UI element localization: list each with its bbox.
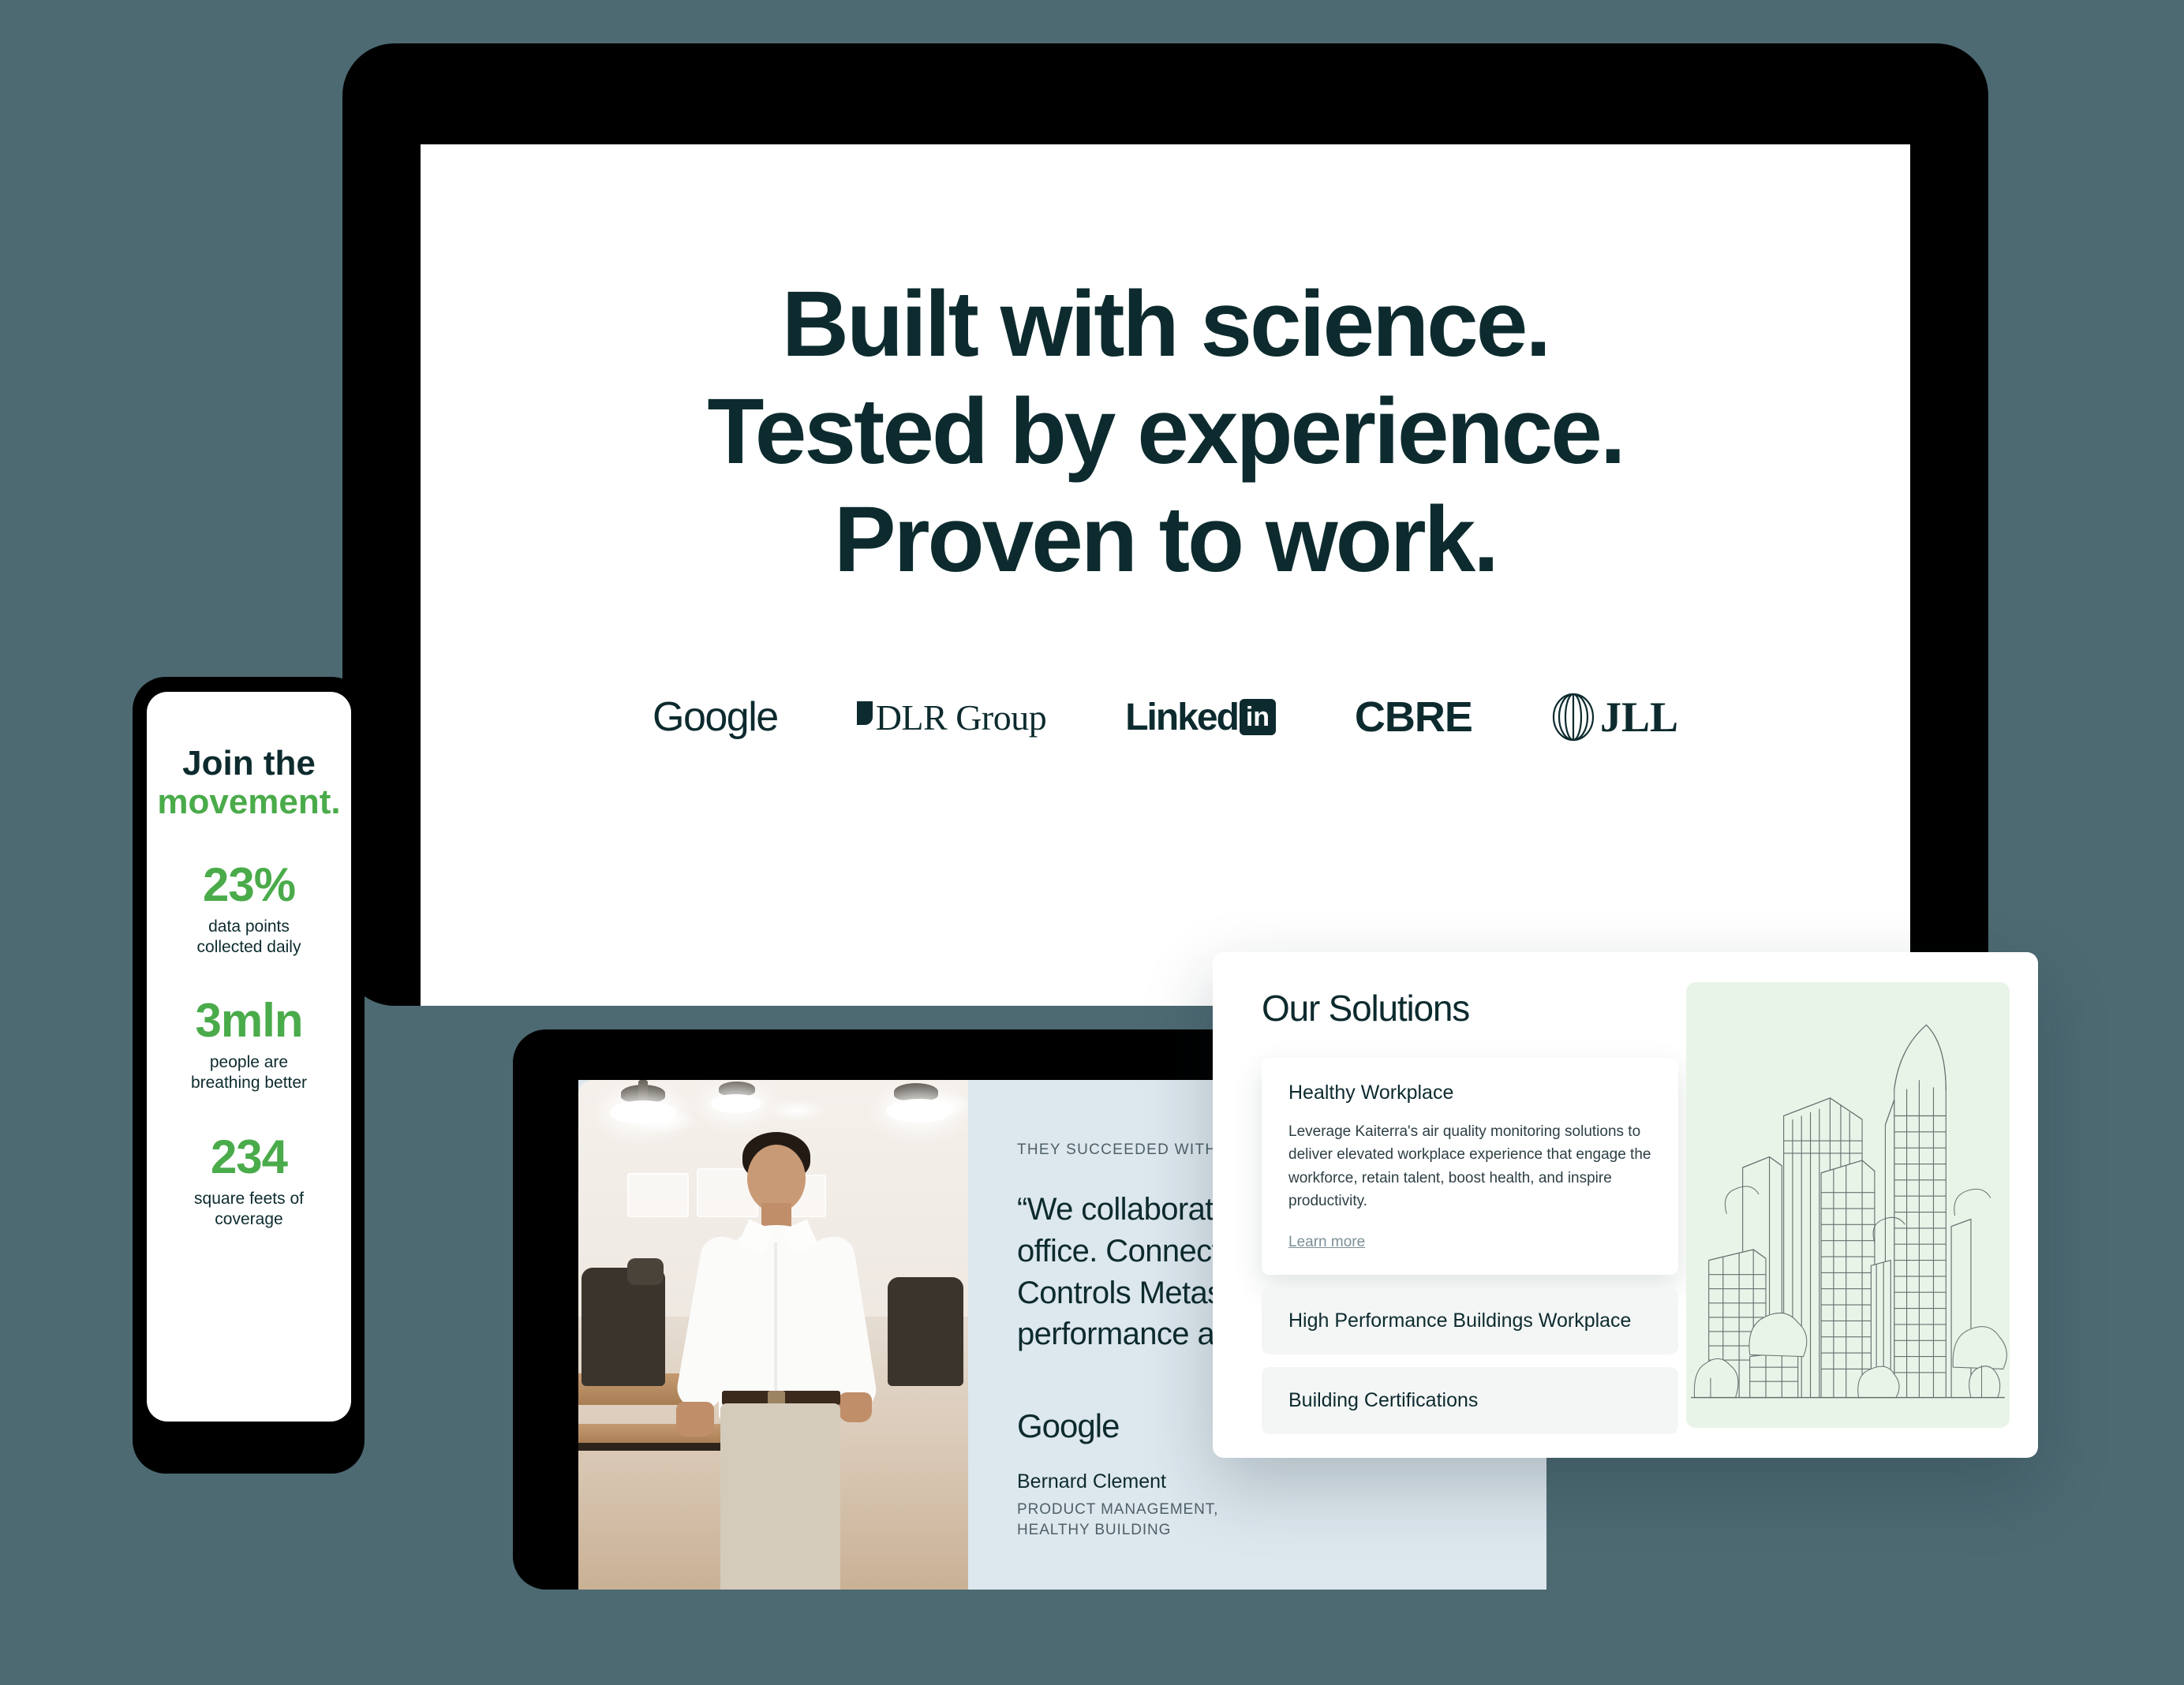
cbre-logo-text: CBRE <box>1354 693 1473 742</box>
stat-block: 234 square feets of coverage <box>194 1130 304 1231</box>
stat-label: square feets of coverage <box>194 1189 304 1231</box>
hero-tablet-screen: Built with science. Tested by experience… <box>421 144 1910 1006</box>
linkedin-logo: Linked in <box>1125 696 1276 739</box>
hero-headline-line-3: Proven to work. <box>833 487 1499 592</box>
solution-item-title: High Performance Buildings Workplace <box>1288 1309 1632 1332</box>
testimonial-person-name: Bernard Clement <box>1017 1470 1166 1493</box>
dlr-group-logo-text: DLR Group <box>875 697 1047 738</box>
stat-value: 23% <box>202 857 296 911</box>
solutions-accordion: Healthy Workplace Leverage Kaiterra's ai… <box>1262 1058 1678 1434</box>
stat-block: 23% data points collected daily <box>197 861 301 958</box>
google-logo: Google <box>653 693 779 741</box>
learn-more-link[interactable]: Learn more <box>1288 1234 1365 1251</box>
testimonial-photo <box>578 1080 968 1590</box>
jll-logo: JLL <box>1551 693 1678 742</box>
testimonial-person-role: PRODUCT MANAGEMENT, HEALTHY BUILDING <box>1017 1501 1219 1538</box>
solution-item-title: Building Certifications <box>1288 1388 1479 1411</box>
stat-label: data points collected daily <box>197 917 301 958</box>
cbre-logo: CBRE <box>1354 693 1473 742</box>
jll-logo-text: JLL <box>1599 693 1678 742</box>
join-the-movement-title: Join the movement. <box>157 744 340 822</box>
solutions-accordion-column: Our Solutions Healthy Workplace Leverage… <box>1213 952 1678 1458</box>
customer-logo-row: Google DLR Group Linked in CBRE JLL <box>421 693 1910 742</box>
linkedin-in-badge-icon: in <box>1239 699 1276 736</box>
join-title-line-1: Join the <box>182 744 316 783</box>
dlr-group-mark-icon <box>856 701 873 725</box>
solution-item-building-certifications[interactable]: Building Certifications <box>1262 1366 1678 1434</box>
composite-device-mockup: Built with science. Tested by experience… <box>0 0 2184 1685</box>
city-skyline-illustration <box>1686 982 2010 1428</box>
stat-label-line-2: coverage <box>215 1209 283 1228</box>
testimonial-attribution: Bernard Clement PRODUCT MANAGEMENT, HEAL… <box>1017 1470 1262 1540</box>
solution-item-healthy-workplace[interactable]: Healthy Workplace Leverage Kaiterra's ai… <box>1262 1058 1678 1275</box>
stat-label-line-2: collected daily <box>196 937 301 956</box>
our-solutions-panel: Our Solutions Healthy Workplace Leverage… <box>1213 952 2038 1458</box>
solutions-illustration-column <box>1678 952 2038 1458</box>
stat-label: people are breathing better <box>191 1052 307 1094</box>
stat-label-line-1: people are <box>209 1053 289 1072</box>
testimonial-brand-logo: Google <box>1017 1407 1120 1444</box>
join-title-line-2: movement. <box>157 783 341 822</box>
hero-headline-line-2: Tested by experience. <box>707 379 1625 484</box>
stat-label-line-1: data points <box>208 917 290 936</box>
dlr-group-logo: DLR Group <box>856 697 1047 738</box>
stat-label-line-2: breathing better <box>190 1074 308 1093</box>
linkedin-logo-text: Linked <box>1125 696 1240 738</box>
solution-item-high-performance-buildings[interactable]: High Performance Buildings Workplace <box>1262 1287 1678 1354</box>
jll-globe-icon <box>1551 693 1595 742</box>
stat-value: 234 <box>210 1130 288 1183</box>
solution-item-body: Leverage Kaiterra's air quality monitori… <box>1288 1123 1651 1210</box>
stat-label-line-1: square feets of <box>194 1189 304 1208</box>
solution-item-title: Healthy Workplace <box>1288 1082 1454 1104</box>
hero-headline-line-1: Built with science. <box>781 272 1551 376</box>
stat-block: 3mln people are breathing better <box>191 997 307 1094</box>
stats-phone-screen: Join the movement. 23% data points colle… <box>147 692 351 1422</box>
google-logo-text: Google <box>653 694 779 741</box>
stat-value: 3mln <box>195 994 303 1048</box>
solutions-title: Our Solutions <box>1262 988 1470 1029</box>
